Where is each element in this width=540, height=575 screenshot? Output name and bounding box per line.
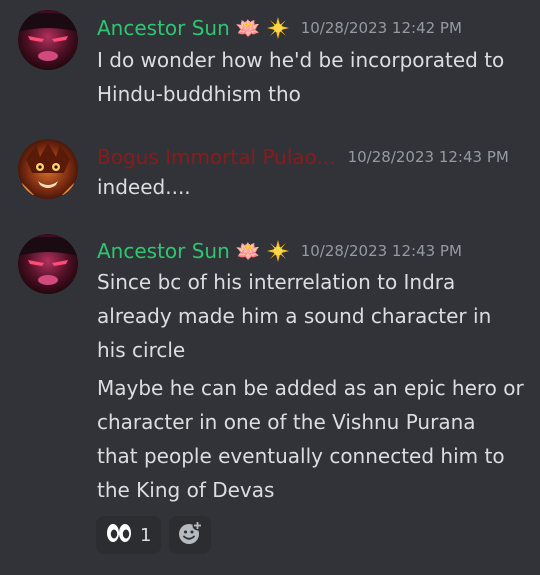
username[interactable]: Ancestor Sun [97,16,230,40]
lotus-icon: 🪷 [235,239,261,263]
message-text: already made him a sound character in [97,304,492,328]
lotus-icon: 🪷 [235,16,261,40]
message-header: Bogus Immortal Pulao... 10/28/2023 12:43… [97,142,509,172]
message-text: Hindu-buddhism tho [97,82,301,106]
message-text: that people eventually connected him to [97,444,505,468]
avatar[interactable] [18,139,78,199]
reaction-eyes[interactable]: 1 [96,516,162,554]
add-emoji-icon [177,520,203,550]
sun-icon [266,240,289,263]
username[interactable]: Bogus Immortal Pulao... [97,145,336,169]
message-text: his circle [97,338,186,362]
message-text: Maybe he can be added as an epic hero or [97,376,524,400]
message-text: the King of Devas [97,478,275,502]
chat-log: Ancestor Sun 🪷 10/28/2023 12:42 PM I do … [0,0,540,575]
avatar[interactable] [18,234,78,294]
timestamp: 10/28/2023 12:42 PM [300,19,462,37]
message-text: I do wonder how he'd be incorporated to [97,48,505,72]
message-text: character in one of the Vishnu Purana [97,410,476,434]
eyes-icon [106,523,132,547]
reaction-count: 1 [140,524,152,546]
sun-icon [266,17,289,40]
username[interactable]: Ancestor Sun [97,239,230,263]
message-header: Ancestor Sun 🪷 10/ [97,236,462,266]
timestamp: 10/28/2023 12:43 PM [300,242,462,260]
message-text: indeed.... [97,175,191,199]
reaction-bar: 1 [96,516,212,554]
message-text: Since bc of his interrelation to Indra [97,270,456,294]
avatar[interactable] [18,10,78,70]
message-header: Ancestor Sun 🪷 10/ [97,13,462,43]
timestamp: 10/28/2023 12:43 PM [347,148,509,166]
add-reaction-button[interactable] [169,516,212,554]
